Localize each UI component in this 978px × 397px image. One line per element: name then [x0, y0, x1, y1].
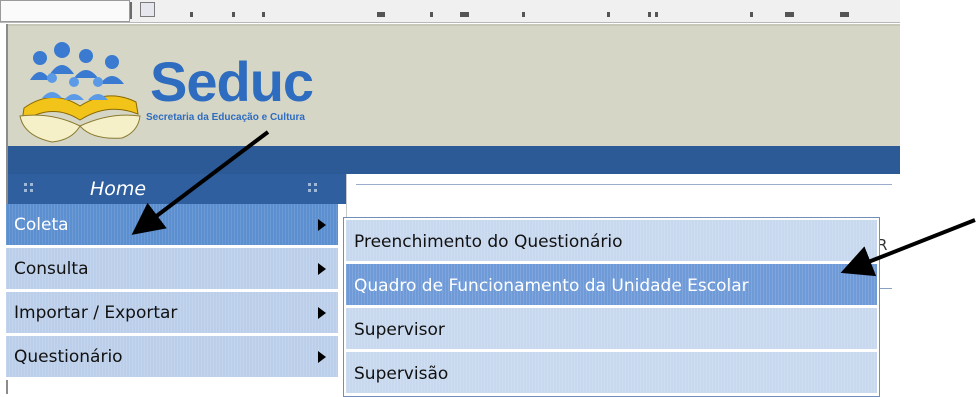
toolbar-tick	[655, 12, 658, 17]
browser-toolbar	[0, 0, 900, 23]
submenu-item-label: Supervisor	[354, 320, 445, 340]
menu-item-consulta[interactable]: Consulta	[6, 248, 338, 292]
submenu-item-label: Supervisão	[354, 364, 449, 384]
main-menu: Coleta Consulta Importar / Exportar Ques…	[6, 204, 338, 380]
toolbar-tick	[377, 12, 385, 17]
coleta-submenu: Preenchimento do Questionário Quadro de …	[343, 217, 880, 397]
toolbar-tick	[262, 12, 265, 17]
submenu-item-supervisao[interactable]: Supervisão	[346, 352, 877, 396]
address-box[interactable]	[0, 0, 130, 22]
submenu-arrow-icon	[318, 263, 326, 275]
toolbar-tick	[460, 12, 469, 17]
seduc-logo: Seduc Secretaria da Educação e Cultura	[12, 36, 352, 146]
submenu-item-quadro-funcionamento[interactable]: Quadro de Funcionamento da Unidade Escol…	[346, 264, 877, 308]
menu-item-label: Consulta	[14, 259, 89, 279]
submenu-item-label: Quadro de Funcionamento da Unidade Escol…	[354, 276, 749, 296]
toolbar-tick	[190, 12, 193, 17]
nav-bar	[8, 146, 900, 174]
submenu-item-supervisor[interactable]: Supervisor	[346, 308, 877, 352]
submenu-arrow-icon	[318, 351, 326, 363]
menu-item-questionario[interactable]: Questionário	[6, 336, 338, 380]
content-tab-outline	[356, 184, 892, 193]
menu-item-coleta[interactable]: Coleta	[6, 204, 338, 248]
logo-title: Seduc	[150, 50, 314, 113]
submenu-item-label: Preenchimento do Questionário	[354, 232, 623, 252]
home-grip-icon	[24, 183, 36, 195]
submenu-arrow-icon	[318, 307, 326, 319]
menu-item-label: Coleta	[14, 215, 69, 235]
menu-item-label: Importar / Exportar	[14, 303, 178, 323]
toolbar-tick	[840, 12, 849, 17]
toolbar-separator	[130, 2, 132, 19]
menu-item-importar-exportar[interactable]: Importar / Exportar	[6, 292, 338, 336]
home-label[interactable]: Home	[90, 178, 146, 200]
toolbar-tick	[750, 12, 753, 17]
app-header: Seduc Secretaria da Educação e Cultura	[8, 24, 900, 148]
toolbar-tick	[607, 12, 610, 17]
toolbar-button[interactable]	[140, 2, 155, 17]
toolbar-tick	[648, 12, 651, 17]
home-bar[interactable]: Home	[8, 174, 346, 204]
people-logo-icon	[19, 42, 141, 143]
toolbar-tick	[785, 12, 794, 17]
logo-subtitle: Secretaria da Educação e Cultura	[146, 112, 305, 123]
menu-item-label: Questionário	[14, 347, 123, 367]
toolbar-tick	[232, 12, 235, 17]
home-grip-icon	[308, 183, 320, 195]
toolbar-tick	[522, 12, 525, 17]
submenu-item-preenchimento[interactable]: Preenchimento do Questionário	[346, 220, 877, 264]
toolbar-tick	[430, 12, 433, 17]
submenu-arrow-icon	[318, 219, 326, 231]
